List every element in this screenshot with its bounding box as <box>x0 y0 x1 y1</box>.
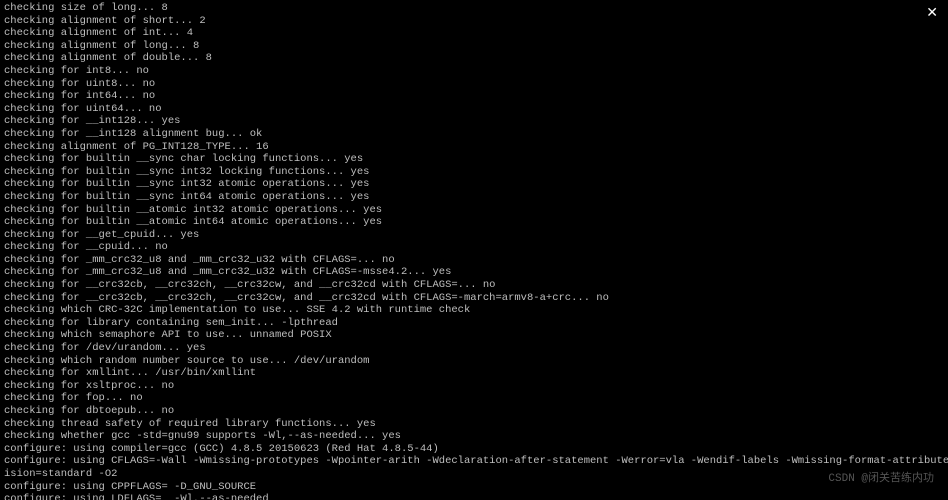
terminal-output[interactable]: checking size of long... 8 checking alig… <box>0 0 948 500</box>
close-icon[interactable]: ✕ <box>926 6 938 23</box>
terminal-window: ✕ checking size of long... 8 checking al… <box>0 0 948 500</box>
watermark: CSDN @闭关苦练内功 <box>828 473 934 486</box>
